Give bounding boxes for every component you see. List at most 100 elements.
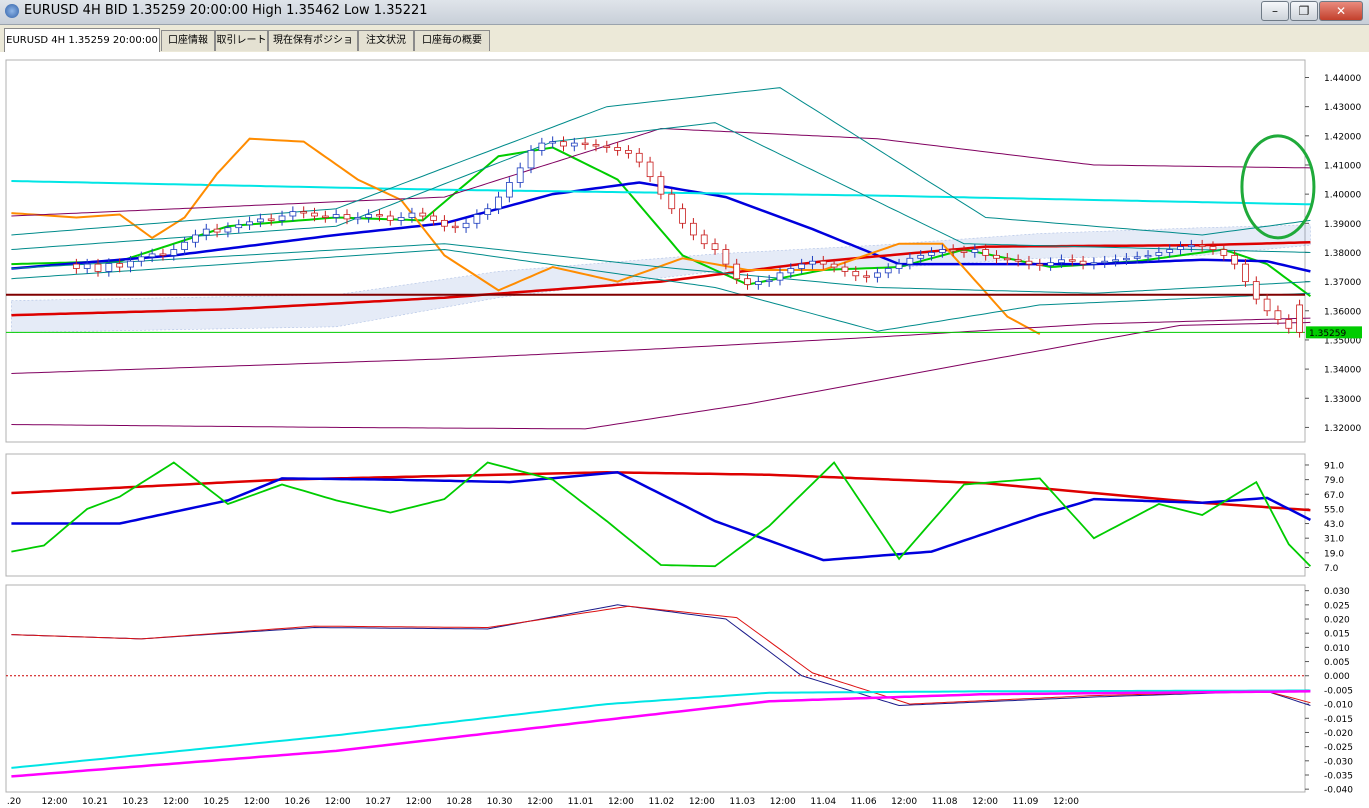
candle-body xyxy=(1047,262,1054,266)
tab-account-info[interactable]: 口座情報 xyxy=(161,30,215,51)
restore-button[interactable]: ❐ xyxy=(1290,1,1318,21)
candle-body xyxy=(1177,246,1184,250)
candle-body xyxy=(982,249,990,256)
candle-body xyxy=(1090,262,1098,265)
candle-body xyxy=(1123,257,1130,261)
candle-body xyxy=(419,212,427,217)
x-tick-label: 10.25 xyxy=(203,797,229,807)
y-tick-label: 0.015 xyxy=(1324,630,1350,640)
candle-body xyxy=(538,142,546,151)
candle-body xyxy=(1242,263,1249,283)
x-tick-label: 11.04 xyxy=(810,797,836,807)
window-title: EURUSD 4H BID 1.35259 20:00:00 High 1.35… xyxy=(24,3,428,18)
candle-body xyxy=(733,263,741,280)
candle-body xyxy=(754,281,762,285)
candle-body xyxy=(819,260,827,265)
candle-body xyxy=(560,141,567,147)
candle-body xyxy=(72,263,80,269)
y-tick-label: 1.34000 xyxy=(1324,366,1361,376)
candle-body xyxy=(722,249,730,265)
y-tick-label: 1.36000 xyxy=(1324,307,1361,317)
candle-body xyxy=(1025,260,1033,265)
tab-chart[interactable]: EURUSD 4H 1.35259 20:00:00 xyxy=(4,28,160,52)
x-tick-label: 12:00 xyxy=(406,797,432,807)
candle-body xyxy=(311,212,318,217)
window-titlebar: EURUSD 4H BID 1.35259 20:00:00 High 1.35… xyxy=(0,0,1369,25)
x-tick-label: 10.26 xyxy=(284,797,310,807)
tab-orders[interactable]: 注文状況 xyxy=(358,30,414,51)
candle-body xyxy=(1263,298,1271,312)
candle-body xyxy=(257,218,264,223)
candle-body xyxy=(852,271,860,277)
tab-rates[interactable]: 取引レート xyxy=(215,30,268,51)
y-tick-label: 0.025 xyxy=(1324,601,1350,611)
candle-body xyxy=(884,268,892,274)
candle-body xyxy=(354,217,362,220)
candle-body xyxy=(148,253,156,258)
candle-body xyxy=(462,222,470,229)
tab-account-summary[interactable]: 口座毎の概要 xyxy=(414,30,490,51)
candle-body xyxy=(668,193,676,210)
candle-body xyxy=(365,214,373,218)
y-tick-label: -0.040 xyxy=(1324,786,1353,796)
y-tick-label: -0.005 xyxy=(1324,686,1353,696)
candle-body xyxy=(246,221,253,226)
candle-body xyxy=(83,263,91,269)
x-tick-label: 11.01 xyxy=(568,797,594,807)
x-tick-label: 12:00 xyxy=(770,797,796,807)
candle-body xyxy=(603,145,611,148)
candle-body xyxy=(928,252,935,256)
candle-body xyxy=(1166,249,1174,253)
candle-body xyxy=(505,182,513,198)
candle-body xyxy=(765,279,773,283)
candle-body xyxy=(495,196,502,210)
x-tick-label: 10.21 xyxy=(82,797,108,807)
chart-area[interactable]: 1.44000 1.43000 1.42000 1.41000 1.40000 1.390… xyxy=(0,52,1369,808)
y-tick-label: -0.010 xyxy=(1324,701,1353,711)
y-tick-label: 43.0 xyxy=(1324,520,1344,530)
candle-body xyxy=(1220,249,1228,256)
y-tick-label: -0.030 xyxy=(1324,757,1353,767)
candle-body xyxy=(863,275,870,278)
y-tick-label: -0.025 xyxy=(1324,743,1353,753)
candle-body xyxy=(441,219,448,227)
candle-body xyxy=(635,152,643,163)
candle-body xyxy=(1296,304,1303,333)
candle-body xyxy=(289,211,297,217)
candle-body xyxy=(1003,257,1011,261)
close-button[interactable]: ✕ xyxy=(1319,1,1363,21)
x-tick-label: 10.30 xyxy=(487,797,513,807)
candle-body xyxy=(906,257,914,265)
y-tick-label: -0.015 xyxy=(1324,715,1353,725)
candle-body xyxy=(657,176,665,195)
x-tick-label: 12:00 xyxy=(244,797,270,807)
x-tick-label: 12:00 xyxy=(689,797,715,807)
candle-body xyxy=(1144,254,1152,258)
x-tick-label: 12:00 xyxy=(1053,797,1079,807)
y-tick-label: 1.40000 xyxy=(1324,191,1361,201)
candle-body xyxy=(960,250,968,253)
x-tick-label: 11.08 xyxy=(932,797,958,807)
candle-body xyxy=(592,144,600,147)
app-icon xyxy=(5,4,19,18)
x-tick-label: 11.03 xyxy=(729,797,755,807)
y-tick-label: 1.43000 xyxy=(1324,103,1361,113)
y-tick-label: 1.44000 xyxy=(1324,74,1361,84)
candle-body xyxy=(213,228,221,233)
candle-body xyxy=(1058,259,1065,264)
x-tick-label: 12:00 xyxy=(163,797,189,807)
y-tick-label: 31.0 xyxy=(1324,535,1344,545)
candle-body xyxy=(1112,259,1119,262)
y-tick-label: 79.0 xyxy=(1324,476,1344,486)
tab-positions[interactable]: 現在保有ポジション xyxy=(268,30,358,66)
y-tick-label: 0.005 xyxy=(1324,658,1350,668)
candle-body xyxy=(874,272,881,278)
candle-body xyxy=(376,214,383,217)
candle-body xyxy=(776,272,784,281)
minimize-button[interactable]: – xyxy=(1261,1,1289,21)
x-tick-label: .20 xyxy=(7,797,22,807)
candle-body xyxy=(116,263,124,268)
candle-body xyxy=(581,142,589,145)
candle-body xyxy=(1198,244,1206,248)
candle-body xyxy=(451,225,459,229)
